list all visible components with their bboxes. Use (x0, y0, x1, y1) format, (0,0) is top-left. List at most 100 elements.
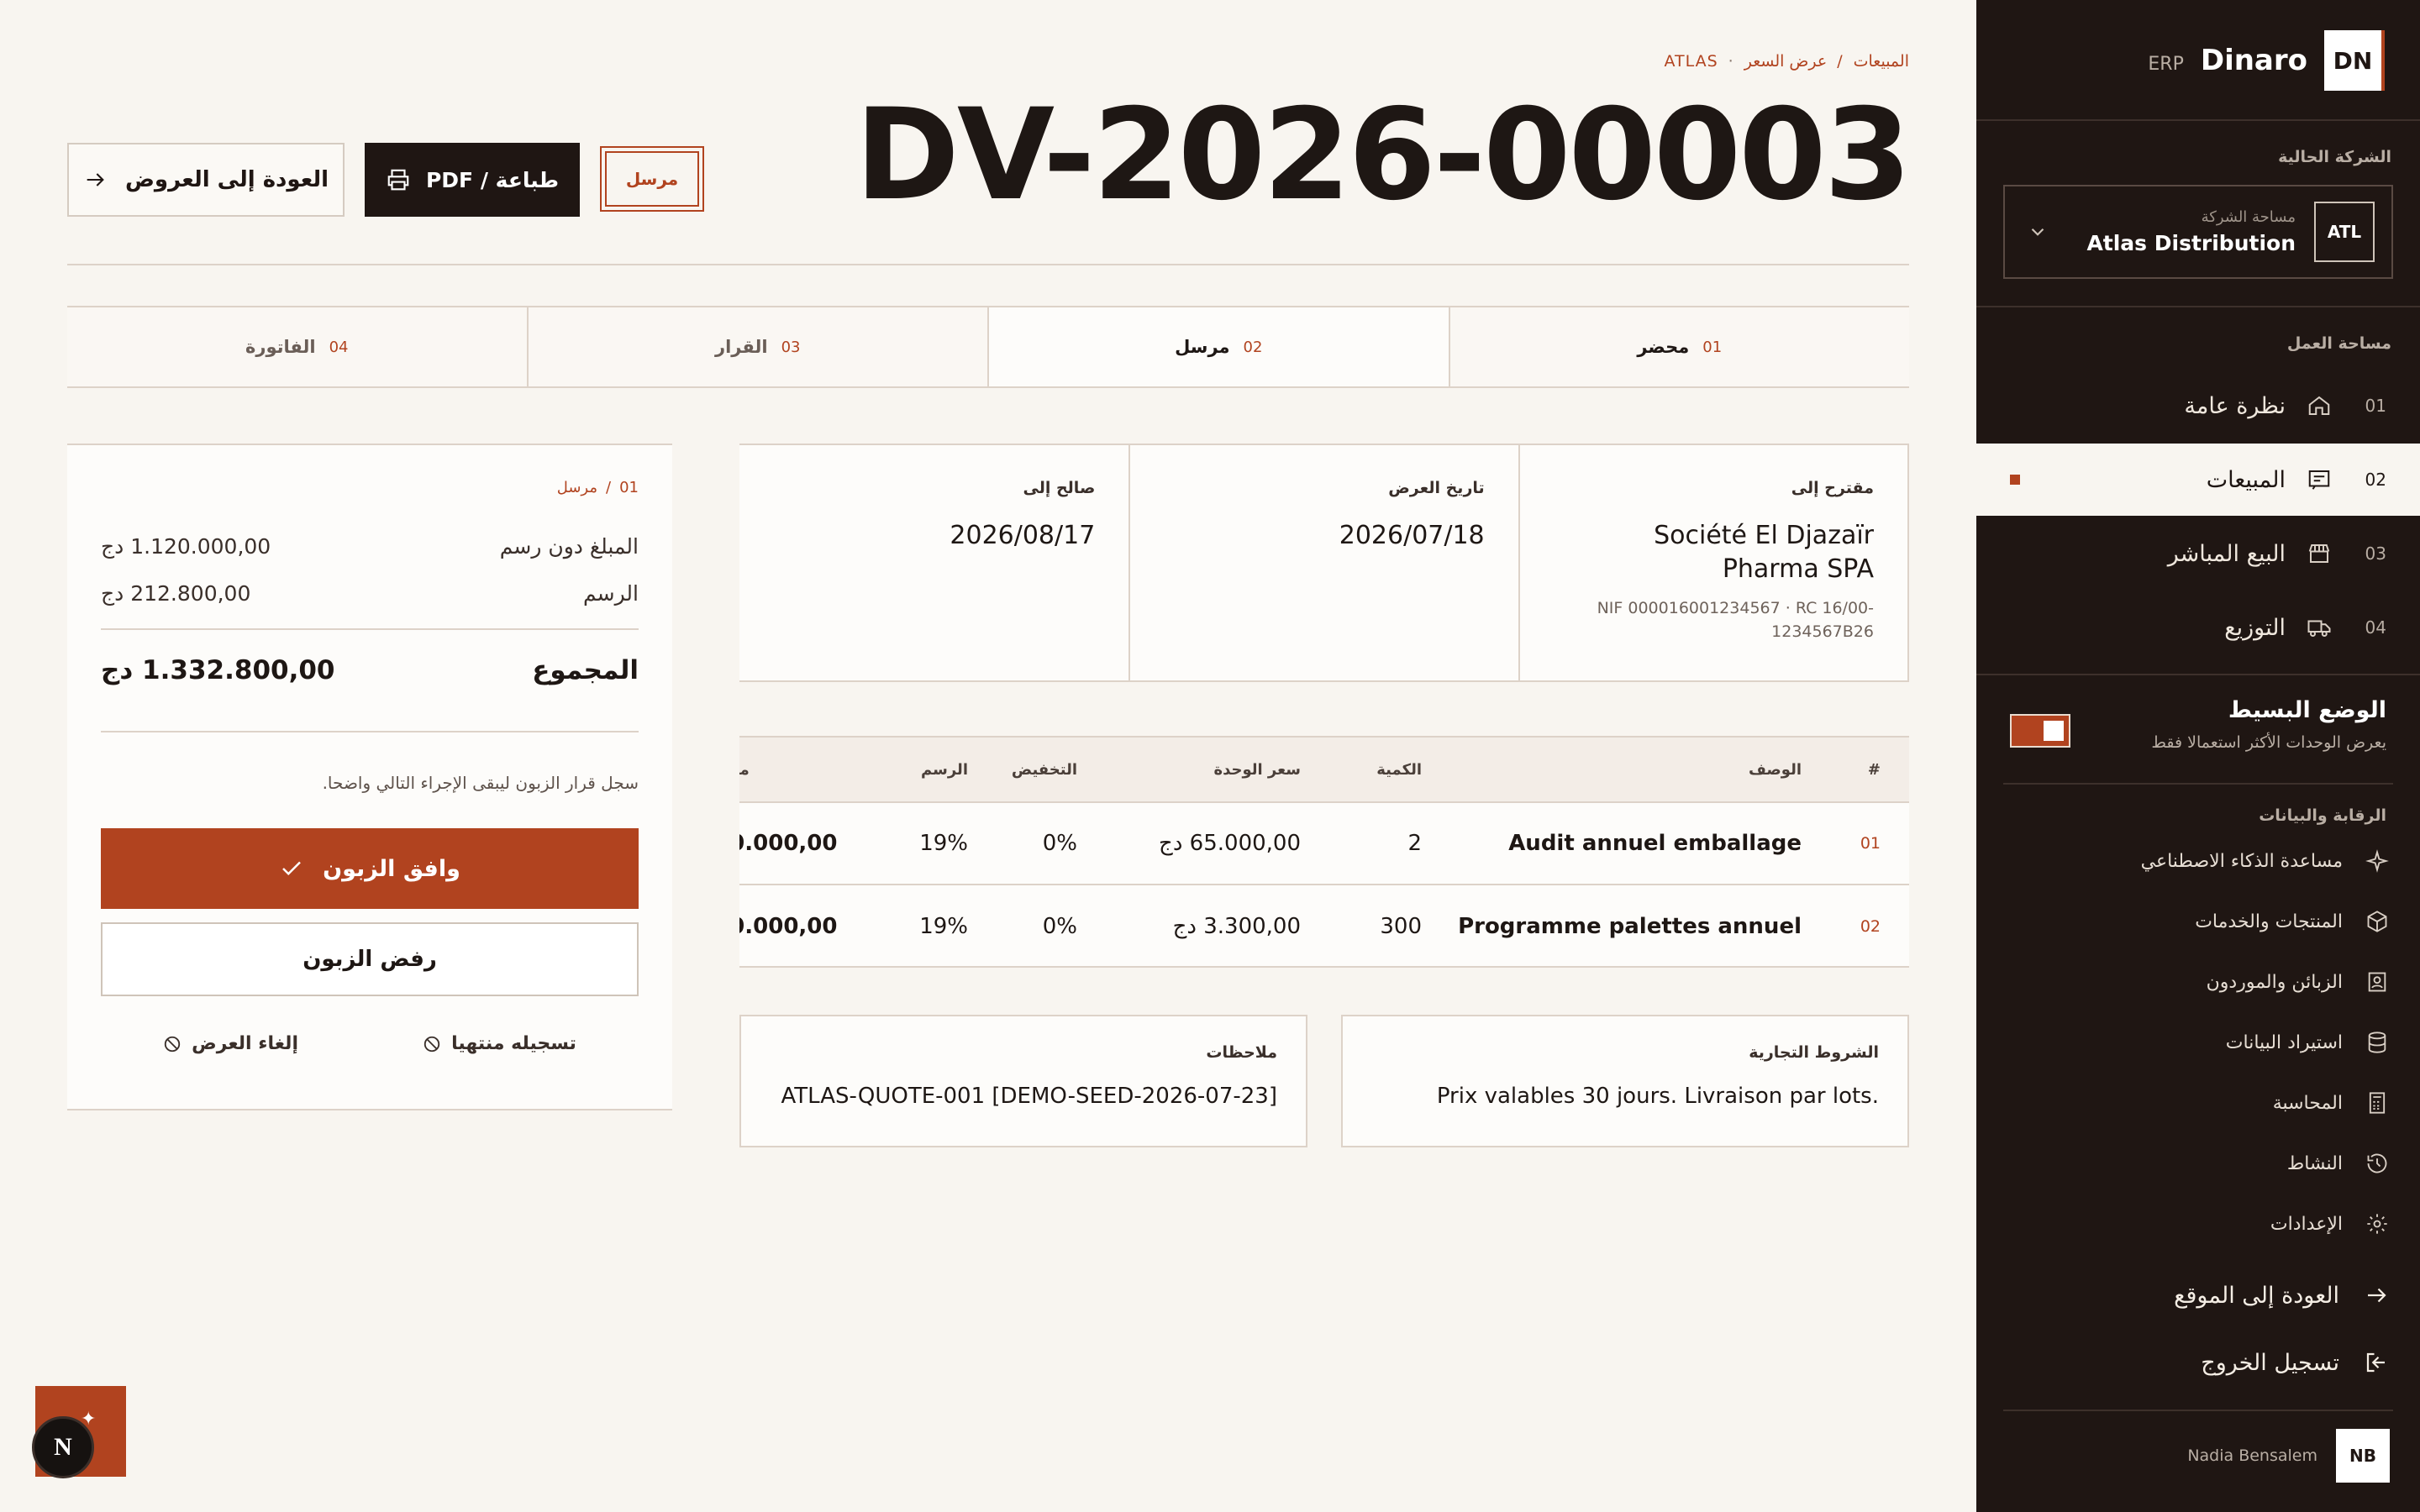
nav-item-sales[interactable]: 02 المبيعات (1976, 444, 2420, 516)
total-row: المجموع 1.332.800,00 دج (101, 655, 639, 685)
customer-name[interactable]: Société El Djazaïr Pharma SPA (1554, 519, 1874, 586)
tool-accounting[interactable]: المحاسبة (2010, 1082, 2390, 1124)
terms-value: Prix valables 30 jours. Livraison par lo… (1436, 1084, 1879, 1109)
brand[interactable]: DN Dinaro ERP (2010, 30, 2385, 91)
database-icon (2365, 1031, 2390, 1054)
back-to-site-link[interactable]: العودة إلى الموقع (2010, 1270, 2390, 1320)
decision-hint: سجل قرار الزبون ليبقى الإجراء التالي واض… (322, 773, 639, 793)
nav-number: 04 (2365, 617, 2386, 638)
step-label: محضر (1637, 337, 1690, 357)
valid-until-card: صالح إلى 2026/08/17 (739, 445, 1128, 680)
status-stamp-label: مرسل (605, 151, 699, 207)
company-code: ATL (2314, 202, 2375, 262)
tool-ai-assist[interactable]: مساعدة الذكاء الاصطناعي (2010, 840, 2390, 882)
mark-expired-button[interactable]: تسجيله منتهيا (423, 1033, 576, 1054)
breadcrumb-quote[interactable]: عرض السعر (1744, 52, 1828, 71)
table-header: # الوصف الكمية سعر الوحدة التخفيض الرسم … (739, 738, 1909, 803)
col-index: # (1867, 760, 1881, 779)
simple-mode-toggle[interactable] (2010, 714, 2070, 748)
nav-item-distribution[interactable]: 04 التوزيع (1976, 591, 2420, 664)
col-quantity: الكمية (1376, 760, 1422, 779)
active-indicator (2010, 475, 2020, 485)
col-total: مجموع (739, 760, 750, 779)
nav-item-direct-sale[interactable]: 03 البيع المباشر (1976, 517, 2420, 590)
home-icon (2304, 391, 2334, 421)
accept-button[interactable]: وافق الزبون (101, 828, 639, 909)
secondary-actions: تسجيله منتهيا إلغاء العرض (101, 1033, 639, 1054)
notes-value: ATLAS-QUOTE-001 [DEMO-SEED-2026-07-23] (781, 1084, 1278, 1109)
truck-icon (2304, 612, 2334, 643)
summary-divider (101, 628, 639, 630)
sidebar-divider (2003, 1410, 2393, 1411)
col-description: الوصف (1748, 760, 1802, 779)
sparkle-icon (2365, 849, 2390, 873)
valid-until-label: صالح إلى (1023, 479, 1096, 497)
back-to-quotes-button[interactable]: العودة إلى العروض (67, 143, 345, 217)
summary-divider (101, 731, 639, 732)
print-pdf-button[interactable]: طباعة / PDF (365, 143, 580, 217)
summary-status: 01 / مرسل (556, 479, 639, 496)
sidebar-divider (1976, 674, 2420, 675)
customer-label: مقترح إلى (1791, 479, 1874, 497)
user-profile[interactable]: NB Nadia Bensalem (2010, 1428, 2390, 1483)
reject-button[interactable]: رفض الزبون (101, 922, 639, 996)
workflow-steps: 01 محضر 02 مرسل 03 القرار 04 الفاتورة (67, 306, 1909, 388)
valid-until: 2026/08/17 (950, 521, 1096, 550)
row-tax: 19% (919, 831, 968, 856)
step-label: مرسل (1175, 337, 1230, 357)
mark-expired-label: تسجيله منتهيا (451, 1033, 576, 1054)
breadcrumb-separator: · (1728, 52, 1734, 71)
tool-label: مساعدة الذكاء الاصطناعي (2140, 850, 2343, 872)
subtotal-row: المبلغ دون رسم 1.120.000,00 دج (101, 534, 639, 559)
tool-contacts[interactable]: الزبائن والموردون (2010, 961, 2390, 1003)
tax-value: 212.800,00 دج (101, 581, 251, 606)
step-invoice: 04 الفاتورة (67, 307, 527, 386)
customer-card: مقترح إلى Société El Djazaïr Pharma SPA … (1518, 445, 1907, 680)
tool-import[interactable]: استيراد البيانات (2010, 1021, 2390, 1063)
nav-number: 03 (2365, 543, 2386, 564)
subtotal-value: 1.120.000,00 دج (101, 534, 271, 559)
cancel-quote-button[interactable]: إلغاء العرض (163, 1033, 298, 1054)
company-name: Atlas Distribution (2086, 231, 2296, 255)
row-tax: 19% (919, 914, 968, 939)
company-switcher[interactable]: ATL مساحة الشركة Atlas Distribution (2003, 185, 2393, 279)
tax-label: الرسم (583, 581, 639, 606)
print-label: طباعة / PDF (425, 167, 560, 192)
tool-products[interactable]: المنتجات والخدمات (2010, 900, 2390, 942)
row-discount: 0% (1042, 831, 1077, 856)
notes-box: ملاحظات ATLAS-QUOTE-001 [DEMO-SEED-2026-… (739, 1015, 1307, 1147)
nav-number: 01 (2365, 396, 2386, 416)
nav-label: البيع المباشر (2167, 540, 2286, 567)
row-total: 130.000,00 (739, 831, 838, 856)
col-tax: الرسم (921, 760, 968, 779)
simple-mode-title: الوضع البسيط (2228, 697, 2386, 723)
nav-label: نظرة عامة (2184, 392, 2286, 419)
simple-mode: الوضع البسيط يعرض الوحدات الأكثر استعمال… (2010, 697, 2386, 773)
row-total: 990.000,00 (739, 914, 838, 939)
back-to-site-label: العودة إلى الموقع (2174, 1282, 2339, 1309)
calculator-icon (2365, 1091, 2390, 1115)
main-content: المبيعات / عرض السعر · ATLAS DV-2026-000… (0, 0, 1976, 1512)
nav-item-overview[interactable]: 01 نظرة عامة (1976, 370, 2420, 442)
breadcrumb-sales[interactable]: المبيعات (1854, 52, 1909, 71)
row-description: Audit annuel emballage (1508, 831, 1802, 856)
tool-settings[interactable]: الإعدادات (2010, 1203, 2390, 1245)
gear-icon (2365, 1212, 2390, 1236)
company-section-label: الشركة الحالية (2278, 148, 2391, 166)
tool-activity[interactable]: النشاط (2010, 1142, 2390, 1184)
header-divider (67, 264, 1909, 265)
sidebar: DN Dinaro ERP الشركة الحالية ATL مساحة ا… (1976, 0, 2420, 1512)
page-title: DV-2026-00003 (855, 82, 1912, 228)
logout-link[interactable]: تسجيل الخروج (2010, 1337, 2390, 1388)
back-label: العودة إلى العروض (124, 167, 329, 192)
quote-date-card: تاريخ العرض 2026/07/18 (1128, 445, 1518, 680)
company-label: مساحة الشركة (2201, 208, 2296, 226)
arrow-right-icon (2363, 1283, 2390, 1308)
total-value: 1.332.800,00 دج (101, 655, 335, 685)
step-label: القرار (715, 337, 768, 357)
assistant-avatar[interactable]: N (32, 1416, 94, 1478)
row-quantity: 2 (1407, 831, 1422, 856)
tool-label: استيراد البيانات (2225, 1032, 2343, 1053)
ban-icon (163, 1035, 182, 1053)
breadcrumb: المبيعات / عرض السعر · ATLAS (1664, 52, 1909, 71)
